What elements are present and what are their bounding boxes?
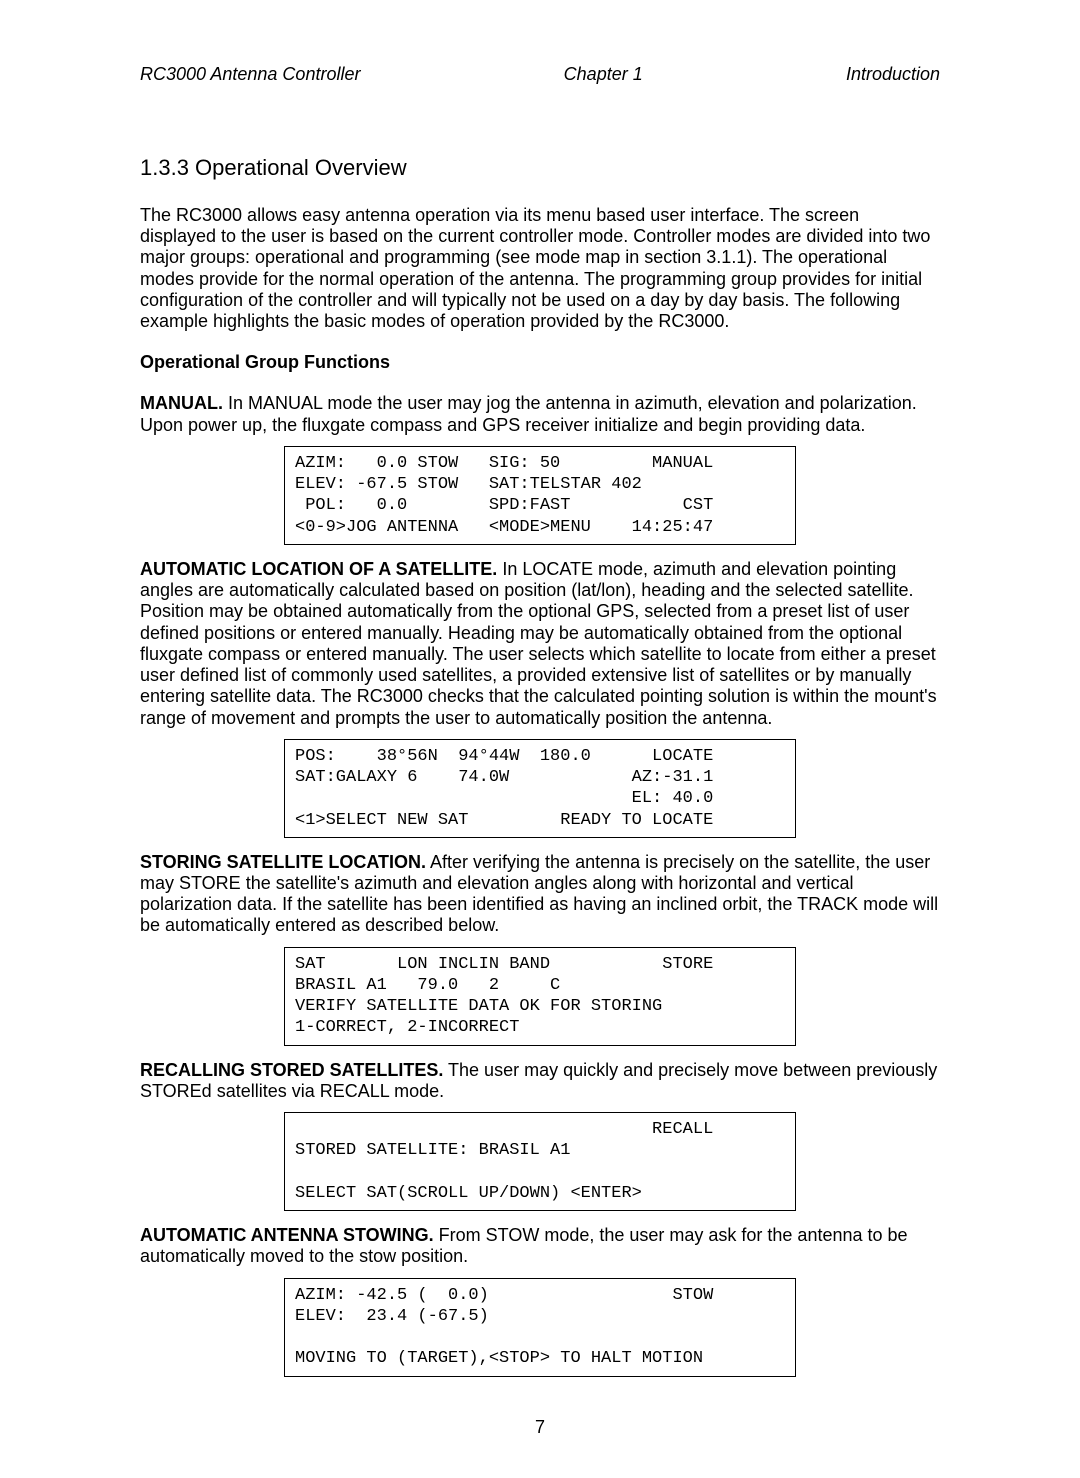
page: RC3000 Antenna Controller Chapter 1 Intr… — [0, 0, 1080, 1478]
feature-stow-lead: AUTOMATIC ANTENNA STOWING. — [140, 1225, 434, 1245]
operational-group-heading: Operational Group Functions — [140, 352, 940, 373]
feature-locate-body: In LOCATE mode, azimuth and elevation po… — [140, 559, 937, 728]
screen-recall: RECALL STORED SATELLITE: BRASIL A1 SELEC… — [284, 1112, 796, 1211]
screen-stow: AZIM: -42.5 ( 0.0) STOW ELEV: 23.4 (-67.… — [284, 1278, 796, 1377]
feature-manual: MANUAL. In MANUAL mode the user may jog … — [140, 393, 940, 435]
screen-locate: POS: 38°56N 94°44W 180.0 LOCATE SAT:GALA… — [284, 739, 796, 838]
intro-paragraph: The RC3000 allows easy antenna operation… — [140, 205, 940, 332]
feature-manual-body: In MANUAL mode the user may jog the ante… — [140, 393, 917, 434]
feature-locate-lead: AUTOMATIC LOCATION OF A SATELLITE. — [140, 559, 497, 579]
feature-recall-lead: RECALLING STORED SATELLITES. — [140, 1060, 443, 1080]
header-center: Chapter 1 — [564, 64, 643, 85]
section-title: 1.3.3 Operational Overview — [140, 155, 940, 181]
header-left: RC3000 Antenna Controller — [140, 64, 360, 85]
screen-store: SAT LON INCLIN BAND STORE BRASIL A1 79.0… — [284, 947, 796, 1046]
page-header: RC3000 Antenna Controller Chapter 1 Intr… — [140, 64, 940, 85]
page-number: 7 — [140, 1417, 940, 1438]
feature-store-lead: STORING SATELLITE LOCATION. — [140, 852, 426, 872]
feature-stow: AUTOMATIC ANTENNA STOWING. From STOW mod… — [140, 1225, 940, 1267]
feature-store: STORING SATELLITE LOCATION. After verify… — [140, 852, 940, 937]
feature-locate: AUTOMATIC LOCATION OF A SATELLITE. In LO… — [140, 559, 940, 729]
screen-manual: AZIM: 0.0 STOW SIG: 50 MANUAL ELEV: -67.… — [284, 446, 796, 545]
header-right: Introduction — [846, 64, 940, 85]
feature-manual-lead: MANUAL. — [140, 393, 223, 413]
feature-recall: RECALLING STORED SATELLITES. The user ma… — [140, 1060, 940, 1102]
